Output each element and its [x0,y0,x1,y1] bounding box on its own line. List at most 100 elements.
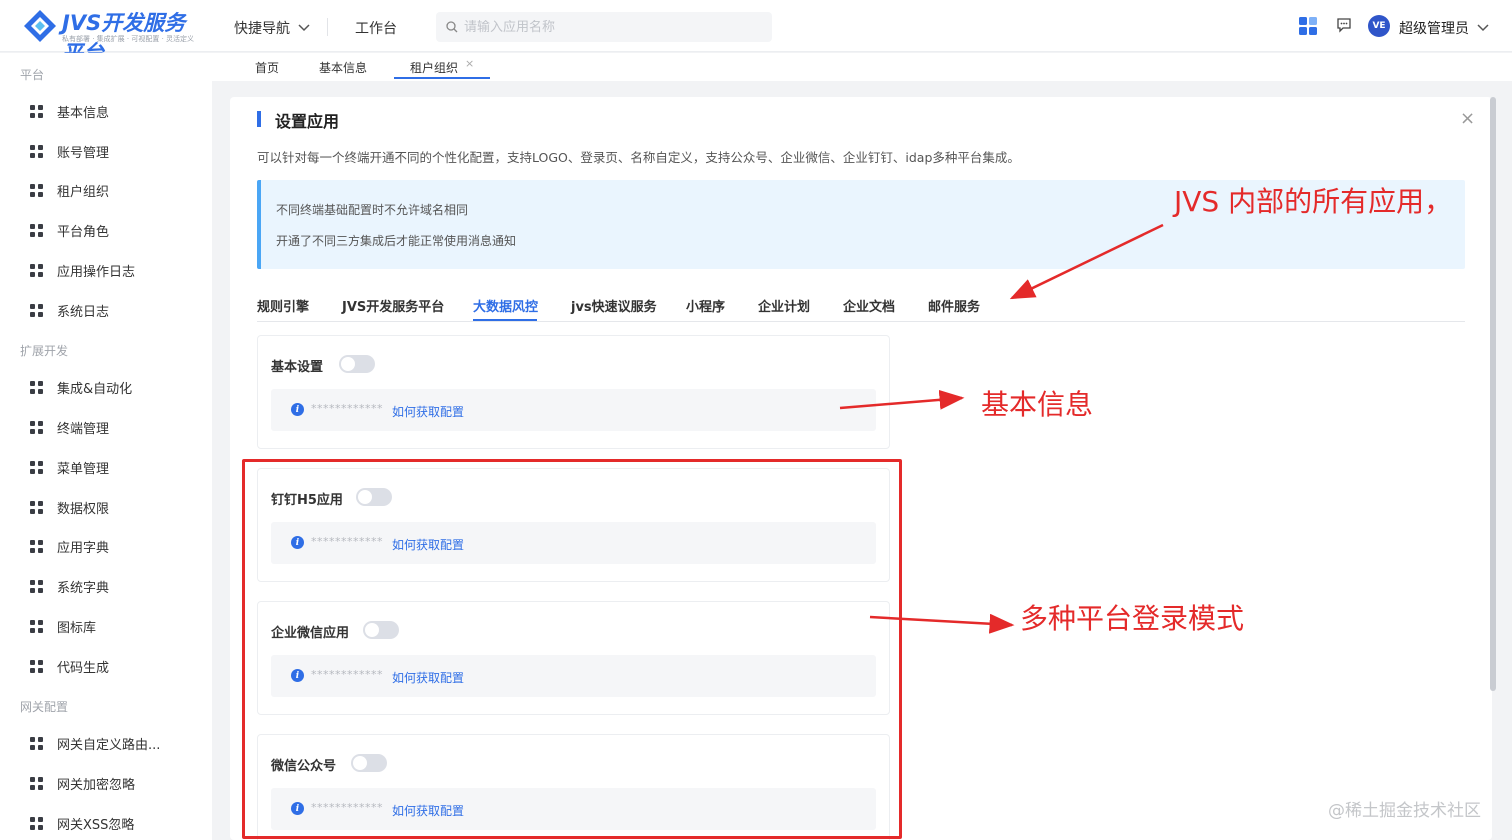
scrollbar[interactable] [1490,97,1496,691]
top-header: JVS开发服务平台 私有部署 · 集成扩展 · 可视配置 · 灵活定义 快捷导航… [0,0,1512,65]
close-icon[interactable]: × [1460,108,1475,129]
close-icon[interactable]: × [465,57,474,70]
sidebar-item-label: 集成&自动化 [57,381,133,397]
avatar[interactable]: VE [1368,15,1390,37]
sidebar-item-label: 平台角色 [57,224,110,240]
config-field: i ************ 如何获取配置 [271,788,876,830]
sidebar-group-extension: 扩展开发 [20,344,69,358]
sidebar-item-terminals[interactable]: 终端管理 [30,417,109,437]
app-tab-jvs-platform[interactable]: JVS开发服务平台 [342,296,444,315]
info-icon: i [291,403,304,416]
how-to-config-link[interactable]: 如何获取配置 [392,536,464,553]
chevron-down-icon [1477,24,1489,32]
logo-icon [24,10,56,42]
sidebar-item-label: 菜单管理 [57,461,110,477]
tab-active-indicator [394,77,490,79]
nav-divider [327,18,328,36]
grid-icon [30,619,43,633]
sidebar-item-gateway-encrypt-ignore[interactable]: 网关加密忽略 [30,773,135,793]
grid-icon [30,539,43,553]
section-title: 基本设置 [271,360,324,375]
wechat-official-toggle[interactable] [351,754,387,772]
grid-icon [30,500,43,514]
app-tabs: 规则引擎 JVS开发服务平台 大数据风控 jvs快速议服务 小程序 企业计划 企… [257,296,1465,322]
app-search[interactable] [436,12,772,42]
wecom-toggle[interactable] [363,621,399,639]
sidebar-item-accounts[interactable]: 账号管理 [30,141,109,161]
sidebar-item-label: 网关自定义路由... [57,737,161,753]
grid-icon [30,736,43,750]
how-to-config-link[interactable]: 如何获取配置 [392,802,464,819]
search-icon [446,21,458,33]
grid-icon [30,776,43,790]
section-title: 钉钉H5应用 [271,493,343,508]
how-to-config-link[interactable]: 如何获取配置 [392,669,464,686]
sidebar-item-system-dict[interactable]: 系统字典 [30,576,109,596]
grid-icon [30,183,43,197]
grid-icon [30,579,43,593]
grid-icon [30,460,43,474]
logo[interactable]: JVS开发服务平台 私有部署 · 集成扩展 · 可视配置 · 灵活定义 [22,6,194,65]
message-icon[interactable] [1336,17,1352,33]
section-title: 企业微信应用 [271,626,350,641]
section-wechat-official: 微信公众号 i ************ 如何获取配置 [257,734,890,840]
dingtalk-toggle[interactable] [356,488,392,506]
notice-line: 不同终端基础配置时不允许域名相同 [276,203,469,217]
sidebar-item-gateway-routes[interactable]: 网关自定义路由... [30,733,160,753]
basic-settings-toggle[interactable] [339,355,375,373]
sidebar-item-menus[interactable]: 菜单管理 [30,457,109,477]
quick-nav-label: 快捷导航 [234,21,290,37]
sidebar-item-basic-info[interactable]: 基本信息 [30,101,109,121]
sidebar-item-label: 网关加密忽略 [57,777,136,793]
info-icon: i [291,802,304,815]
sidebar-item-label: 终端管理 [57,421,110,437]
apps-grid-icon[interactable] [1298,16,1318,36]
quick-nav-dropdown[interactable]: 快捷导航 [234,18,310,38]
sidebar-item-code-gen[interactable]: 代码生成 [30,656,109,676]
grid-icon [30,263,43,277]
tab-tenant-org[interactable]: 租户组织 [410,59,458,76]
search-input[interactable] [464,19,744,35]
sidebar-item-label: 租户组织 [57,184,110,200]
sidebar-item-icon-library[interactable]: 图标库 [30,616,96,636]
app-tab-mail-service[interactable]: 邮件服务 [928,296,980,315]
app-tab-mini-program[interactable]: 小程序 [686,296,725,315]
notice-line: 开通了不同三方集成后才能正常使用消息通知 [276,234,517,248]
info-icon: i [291,536,304,549]
app-tab-jvs-meeting[interactable]: jvs快速议服务 [571,296,657,315]
grid-icon [30,659,43,673]
config-field: i ************ 如何获取配置 [271,389,876,431]
sidebar-item-label: 应用操作日志 [57,264,136,280]
sidebar-item-platform-roles[interactable]: 平台角色 [30,220,109,240]
how-to-config-link[interactable]: 如何获取配置 [392,403,464,420]
app-tab-rule-engine[interactable]: 规则引擎 [257,296,309,315]
section-wecom-app: 企业微信应用 i ************ 如何获取配置 [257,601,890,715]
masked-value: ************ [311,402,383,415]
app-tab-bigdata-risk[interactable]: 大数据风控 [473,296,538,315]
sidebar-item-label: 应用字典 [57,540,110,556]
app-tab-enterprise-plan[interactable]: 企业计划 [758,296,810,315]
sidebar-item-data-permissions[interactable]: 数据权限 [30,497,109,517]
sidebar-group-gateway: 网关配置 [20,700,69,714]
section-title: 微信公众号 [271,759,337,774]
info-icon: i [291,669,304,682]
sidebar-item-tenant-org[interactable]: 租户组织 [30,180,109,200]
page-description: 可以针对每一个终端开通不同的个性化配置，支持LOGO、登录页、名称自定义，支持公… [257,150,1020,165]
sidebar-item-label: 图标库 [57,620,97,636]
section-dingtalk-h5: 钉钉H5应用 i ************ 如何获取配置 [257,468,890,582]
user-menu[interactable]: 超级管理员 [1399,18,1489,38]
app-tab-enterprise-docs[interactable]: 企业文档 [843,296,895,315]
sidebar-item-app-op-logs[interactable]: 应用操作日志 [30,260,135,280]
sidebar-item-system-logs[interactable]: 系统日志 [30,300,109,320]
grid-icon [30,223,43,237]
sidebar-item-integration[interactable]: 集成&自动化 [30,377,132,397]
grid-icon [30,420,43,434]
tab-home[interactable]: 首页 [255,59,279,76]
sidebar-item-label: 代码生成 [57,660,110,676]
grid-icon [30,816,43,830]
sidebar-item-app-dict[interactable]: 应用字典 [30,536,109,556]
workbench-link[interactable]: 工作台 [355,18,397,38]
sidebar-item-gateway-xss-ignore[interactable]: 网关XSS忽略 [30,813,134,833]
tab-basic-info[interactable]: 基本信息 [319,59,367,76]
user-name: 超级管理员 [1399,21,1469,37]
